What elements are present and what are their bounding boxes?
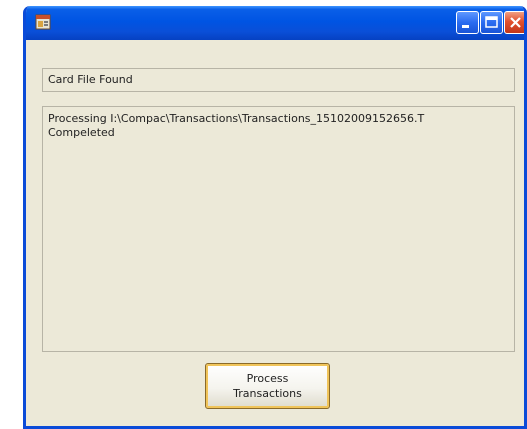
status-field[interactable]: Card File Found bbox=[42, 68, 515, 92]
app-window: Card File Found Processing I:\Compac\Tra… bbox=[23, 6, 527, 429]
log-line: Compeleted bbox=[48, 126, 115, 139]
log-output[interactable]: Processing I:\Compac\Transactions\Transa… bbox=[42, 106, 515, 352]
process-transactions-button[interactable]: Process Transactions bbox=[205, 363, 330, 409]
process-button-label-line2: Transactions bbox=[233, 387, 302, 400]
maximize-icon bbox=[485, 16, 498, 28]
log-line: Processing I:\Compac\Transactions\Transa… bbox=[48, 112, 425, 125]
close-button[interactable] bbox=[504, 11, 524, 34]
minimize-icon bbox=[462, 25, 469, 28]
close-icon bbox=[510, 17, 521, 28]
title-bar[interactable] bbox=[26, 6, 524, 40]
application-icon[interactable] bbox=[35, 14, 51, 30]
process-button-label-line1: Process bbox=[246, 372, 289, 385]
minimize-button[interactable] bbox=[456, 11, 479, 34]
maximize-button[interactable] bbox=[480, 11, 503, 34]
